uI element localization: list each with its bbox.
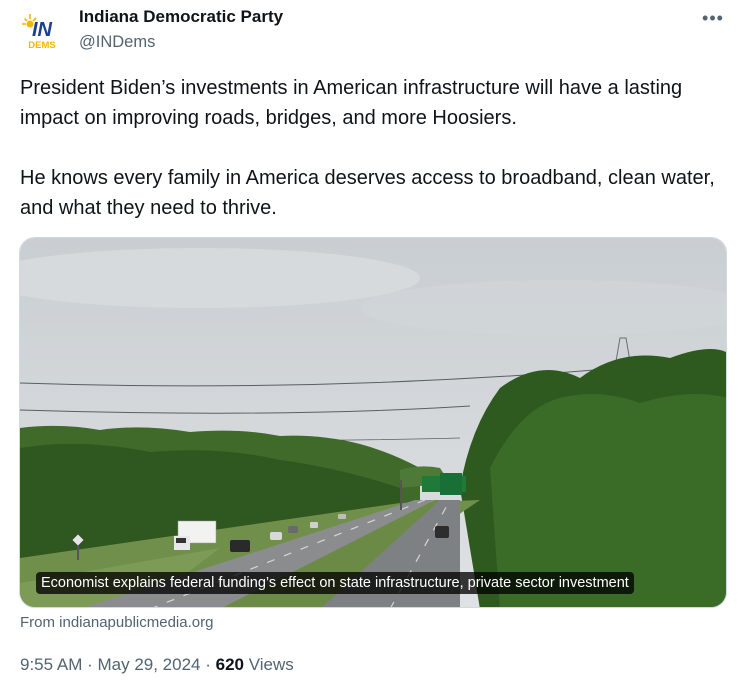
- tweet-date[interactable]: May 29, 2024: [97, 655, 200, 674]
- indiana-dems-logo: IN DEMS: [20, 10, 64, 54]
- views-count: 620: [215, 655, 244, 674]
- views-label: Views: [243, 655, 294, 674]
- more-options-button[interactable]: •••: [698, 6, 728, 30]
- meta-separator: ·: [82, 655, 98, 674]
- logo-text-top: IN: [32, 19, 53, 41]
- link-card[interactable]: Economist explains federal funding’s eff…: [19, 237, 727, 608]
- logo-text-bottom: DEMS: [28, 40, 55, 51]
- tweet-author: Indiana Democratic Party @INDems: [79, 7, 283, 52]
- more-dots-icon: •••: [702, 7, 724, 28]
- tweet-text: President Biden’s investments in America…: [20, 73, 720, 223]
- tweet-paragraph: He knows every family in America deserve…: [20, 167, 715, 219]
- tweet-paragraph: President Biden’s investments in America…: [20, 77, 683, 129]
- avatar[interactable]: IN DEMS: [20, 10, 64, 54]
- author-handle[interactable]: @INDems: [79, 32, 283, 52]
- tweet-meta: 9:55 AM · May 29, 2024 · 620 Views: [20, 655, 294, 675]
- meta-separator: ·: [200, 655, 216, 674]
- card-source[interactable]: From indianapublicmedia.org: [20, 613, 213, 633]
- author-name[interactable]: Indiana Democratic Party: [79, 7, 283, 27]
- tweet-time[interactable]: 9:55 AM: [20, 655, 82, 674]
- highway-photo: [20, 238, 726, 607]
- card-caption: Economist explains federal funding’s eff…: [36, 572, 634, 594]
